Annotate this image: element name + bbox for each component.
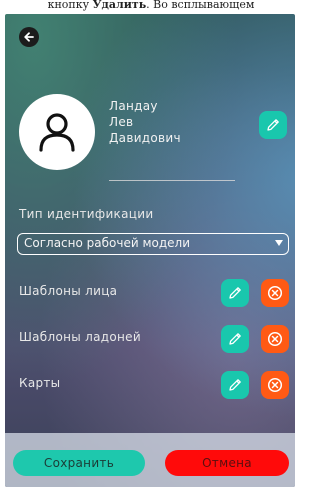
edit-palm-templates-button[interactable] (221, 325, 249, 353)
cancel-button[interactable]: Отмена (165, 450, 289, 476)
delete-cards-button[interactable] (261, 371, 289, 399)
user-full-name: Ландау Лев Давидович (109, 98, 181, 146)
user-icon (39, 113, 75, 152)
save-button[interactable]: Сохранить (13, 450, 145, 476)
back-button[interactable] (19, 27, 39, 47)
pencil-icon (229, 379, 241, 391)
screen: кнопку Удалить. Во всплывающем Ландау Ле… (0, 0, 302, 487)
phone-screen: Ландау Лев Давидович Тип идентификации С… (5, 14, 295, 487)
palm-templates-label: Шаблоны ладоней (19, 330, 141, 344)
identification-type-value: Согласно рабочей модели (24, 236, 190, 250)
delete-palm-templates-button[interactable] (261, 325, 289, 353)
edit-face-templates-button[interactable] (221, 279, 249, 307)
edit-profile-button[interactable] (259, 111, 287, 139)
instruction-suffix: . Во всплывающем (146, 0, 255, 11)
instruction-text: кнопку Удалить. Во всплывающем (0, 0, 302, 14)
cards-label: Карты (19, 376, 61, 390)
chevron-down-icon (275, 240, 283, 246)
close-circle-icon (267, 285, 283, 301)
footer-bar: Сохранить Отмена (5, 433, 295, 487)
pencil-icon (229, 287, 241, 299)
face-templates-label: Шаблоны лица (19, 284, 118, 298)
avatar (19, 94, 95, 170)
instruction-prefix: кнопку (47, 0, 90, 11)
patronymic: Давидович (109, 131, 181, 145)
identification-type-label: Тип идентификации (19, 207, 154, 221)
edit-cards-button[interactable] (221, 371, 249, 399)
instruction-bold: Удалить (92, 0, 147, 11)
last-name: Ландау (109, 99, 158, 113)
pencil-icon (229, 333, 241, 345)
delete-face-templates-button[interactable] (261, 279, 289, 307)
pencil-icon (267, 119, 279, 131)
identification-type-select[interactable]: Согласно рабочей модели (17, 233, 289, 255)
profile-divider (109, 180, 235, 181)
close-circle-icon (267, 331, 283, 347)
arrow-left-icon (24, 32, 34, 42)
close-circle-icon (267, 377, 283, 393)
first-name: Лев (109, 115, 134, 129)
